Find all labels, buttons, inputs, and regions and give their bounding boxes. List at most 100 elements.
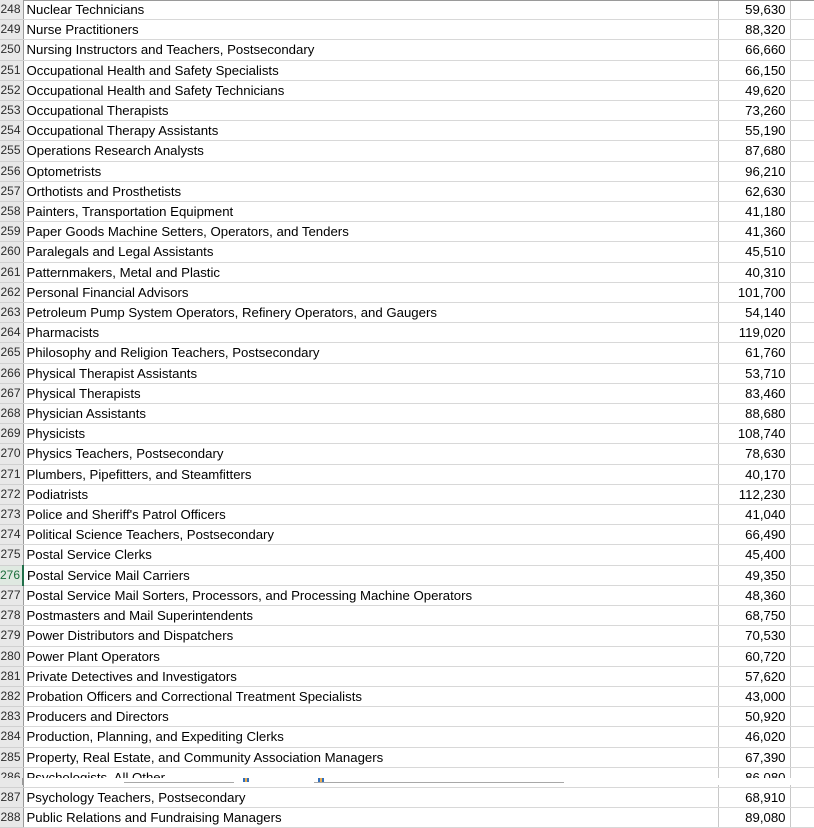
table-row[interactable]: 252 Occupational Health and Safety Techni… [0, 80, 814, 102]
annual-wage-cell[interactable]: 88,680 [718, 403, 791, 425]
row-number-header[interactable]: 253 [0, 100, 24, 122]
table-row[interactable]: 281 Private Detectives and Investigators 5… [0, 666, 814, 687]
annual-wage-cell[interactable]: 57,620 [718, 666, 791, 687]
row-number-header[interactable]: 269 [0, 423, 24, 445]
row-number-header[interactable]: 267 [0, 383, 24, 405]
occupation-name-cell[interactable]: Producers and Directors [23, 706, 719, 728]
empty-trailing-cell[interactable] [790, 363, 814, 384]
table-row[interactable]: 248 Nuclear Technicians 59,630 [0, 0, 814, 21]
empty-trailing-cell[interactable] [790, 726, 814, 748]
row-number-header[interactable]: 270 [0, 443, 24, 465]
row-number-header[interactable]: 288 [0, 807, 24, 828]
row-number-header[interactable]: 254 [0, 120, 24, 142]
empty-trailing-cell[interactable] [790, 565, 814, 586]
empty-trailing-cell[interactable] [790, 706, 814, 728]
annual-wage-cell[interactable]: 108,740 [718, 423, 791, 445]
row-number-header[interactable]: 275 [0, 544, 24, 566]
occupation-name-cell[interactable]: Painters, Transportation Equipment [23, 201, 719, 223]
annual-wage-cell[interactable]: 89,080 [718, 807, 791, 828]
row-number-header[interactable]: 282 [0, 686, 24, 708]
table-row[interactable]: 273 Police and Sheriff's Patrol Officers 4… [0, 504, 814, 526]
spreadsheet-grid[interactable]: 248 Nuclear Technicians 59,630 249 Nurse Pra… [0, 0, 814, 828]
occupation-name-cell[interactable]: Physician Assistants [23, 403, 719, 425]
occupation-name-cell[interactable]: Postmasters and Mail Superintendents [23, 605, 719, 627]
table-row[interactable]: 287 Psychology Teachers, Postsecondary 68,… [0, 787, 814, 809]
occupation-name-cell[interactable]: Petroleum Pump System Operators, Refiner… [23, 302, 719, 324]
annual-wage-cell[interactable]: 46,020 [718, 726, 791, 748]
table-row[interactable]: 253 Occupational Therapists 73,260 [0, 100, 814, 122]
annual-wage-cell[interactable]: 78,630 [718, 443, 791, 465]
table-row[interactable]: 257 Orthotists and Prosthetists 62,630 [0, 181, 814, 203]
table-row[interactable]: 256 Optometrists 96,210 [0, 161, 814, 182]
annual-wage-cell[interactable]: 45,510 [718, 241, 791, 263]
table-row[interactable]: 288 Public Relations and Fundraising Mana… [0, 807, 814, 828]
table-row[interactable]: 249 Nurse Practitioners 88,320 [0, 19, 814, 41]
occupation-name-cell[interactable]: Paper Goods Machine Setters, Operators, … [23, 221, 719, 243]
occupation-name-cell[interactable]: Personal Financial Advisors [23, 282, 719, 304]
table-row[interactable]: 279 Power Distributors and Dispatchers 70,… [0, 625, 814, 647]
row-number-header[interactable]: 285 [0, 747, 24, 768]
table-row[interactable]: 261 Patternmakers, Metal and Plastic 40,31… [0, 262, 814, 283]
row-number-header[interactable]: 271 [0, 464, 24, 485]
occupation-name-cell[interactable]: Plumbers, Pipefitters, and Steamfitters [23, 464, 719, 485]
empty-trailing-cell[interactable] [790, 241, 814, 263]
occupation-name-cell[interactable]: Police and Sheriff's Patrol Officers [23, 504, 719, 526]
row-number-header[interactable]: 256 [0, 161, 24, 182]
empty-trailing-cell[interactable] [790, 747, 814, 768]
row-number-header[interactable]: 266 [0, 363, 24, 384]
table-row[interactable]: 255 Operations Research Analysts 87,680 [0, 140, 814, 162]
occupation-name-cell[interactable]: Occupational Health and Safety Technicia… [23, 80, 719, 102]
empty-trailing-cell[interactable] [790, 383, 814, 405]
occupation-name-cell[interactable]: Occupational Therapy Assistants [23, 120, 719, 142]
sheet-table[interactable]: 248 Nuclear Technicians 59,630 249 Nurse Pra… [0, 0, 814, 828]
empty-trailing-cell[interactable] [790, 140, 814, 162]
occupation-name-cell[interactable]: Physical Therapist Assistants [23, 363, 719, 384]
row-number-header[interactable]: 249 [0, 19, 24, 41]
empty-trailing-cell[interactable] [790, 201, 814, 223]
row-number-header[interactable]: 263 [0, 302, 24, 324]
empty-trailing-cell[interactable] [790, 120, 814, 142]
empty-trailing-cell[interactable] [790, 605, 814, 627]
empty-trailing-cell[interactable] [790, 181, 814, 203]
empty-trailing-cell[interactable] [790, 39, 814, 61]
row-number-header[interactable]: 279 [0, 625, 24, 647]
occupation-name-cell[interactable]: Postal Service Mail Sorters, Processors,… [23, 585, 719, 607]
empty-trailing-cell[interactable] [790, 262, 814, 283]
annual-wage-cell[interactable]: 68,910 [718, 787, 791, 809]
occupation-name-cell[interactable]: Power Distributors and Dispatchers [23, 625, 719, 647]
empty-trailing-cell[interactable] [790, 585, 814, 607]
row-number-header[interactable]: 276 [0, 565, 24, 586]
occupation-name-cell[interactable]: Nuclear Technicians [23, 0, 719, 21]
annual-wage-cell[interactable]: 53,710 [718, 363, 791, 384]
occupation-name-cell[interactable]: Optometrists [23, 161, 719, 182]
row-number-header[interactable]: 283 [0, 706, 24, 728]
table-row[interactable]: 259 Paper Goods Machine Setters, Operator… [0, 221, 814, 243]
occupation-name-cell[interactable]: Postal Service Mail Carriers [23, 565, 719, 586]
row-number-header[interactable]: 248 [0, 0, 24, 21]
row-number-header[interactable]: 264 [0, 322, 24, 344]
occupation-name-cell[interactable]: Political Science Teachers, Postsecondar… [23, 524, 719, 546]
row-number-header[interactable]: 278 [0, 605, 24, 627]
occupation-name-cell[interactable]: Property, Real Estate, and Community Ass… [23, 747, 719, 768]
annual-wage-cell[interactable]: 49,620 [718, 80, 791, 102]
empty-trailing-cell[interactable] [790, 443, 814, 465]
table-row[interactable]: 250 Nursing Instructors and Teachers, Pos… [0, 39, 814, 61]
row-number-header[interactable]: 258 [0, 201, 24, 223]
annual-wage-cell[interactable]: 96,210 [718, 161, 791, 182]
annual-wage-cell[interactable]: 59,630 [718, 0, 791, 21]
annual-wage-cell[interactable]: 66,660 [718, 39, 791, 61]
annual-wage-cell[interactable]: 50,920 [718, 706, 791, 728]
table-row[interactable]: 274 Political Science Teachers, Postsecon… [0, 524, 814, 546]
row-number-header[interactable]: 274 [0, 524, 24, 546]
table-row[interactable]: 278 Postmasters and Mail Superintendents 6… [0, 605, 814, 627]
annual-wage-cell[interactable]: 55,190 [718, 120, 791, 142]
empty-trailing-cell[interactable] [790, 423, 814, 445]
annual-wage-cell[interactable]: 48,360 [718, 585, 791, 607]
occupation-name-cell[interactable]: Patternmakers, Metal and Plastic [23, 262, 719, 283]
table-row[interactable]: 262 Personal Financial Advisors 101,700 [0, 282, 814, 304]
table-row[interactable]: 265 Philosophy and Religion Teachers, Pos… [0, 342, 814, 364]
occupation-name-cell[interactable]: Physics Teachers, Postsecondary [23, 443, 719, 465]
table-row[interactable]: 251 Occupational Health and Safety Specia… [0, 60, 814, 81]
row-number-header[interactable]: 255 [0, 140, 24, 162]
table-row[interactable]: 284 Production, Planning, and Expediting … [0, 726, 814, 748]
